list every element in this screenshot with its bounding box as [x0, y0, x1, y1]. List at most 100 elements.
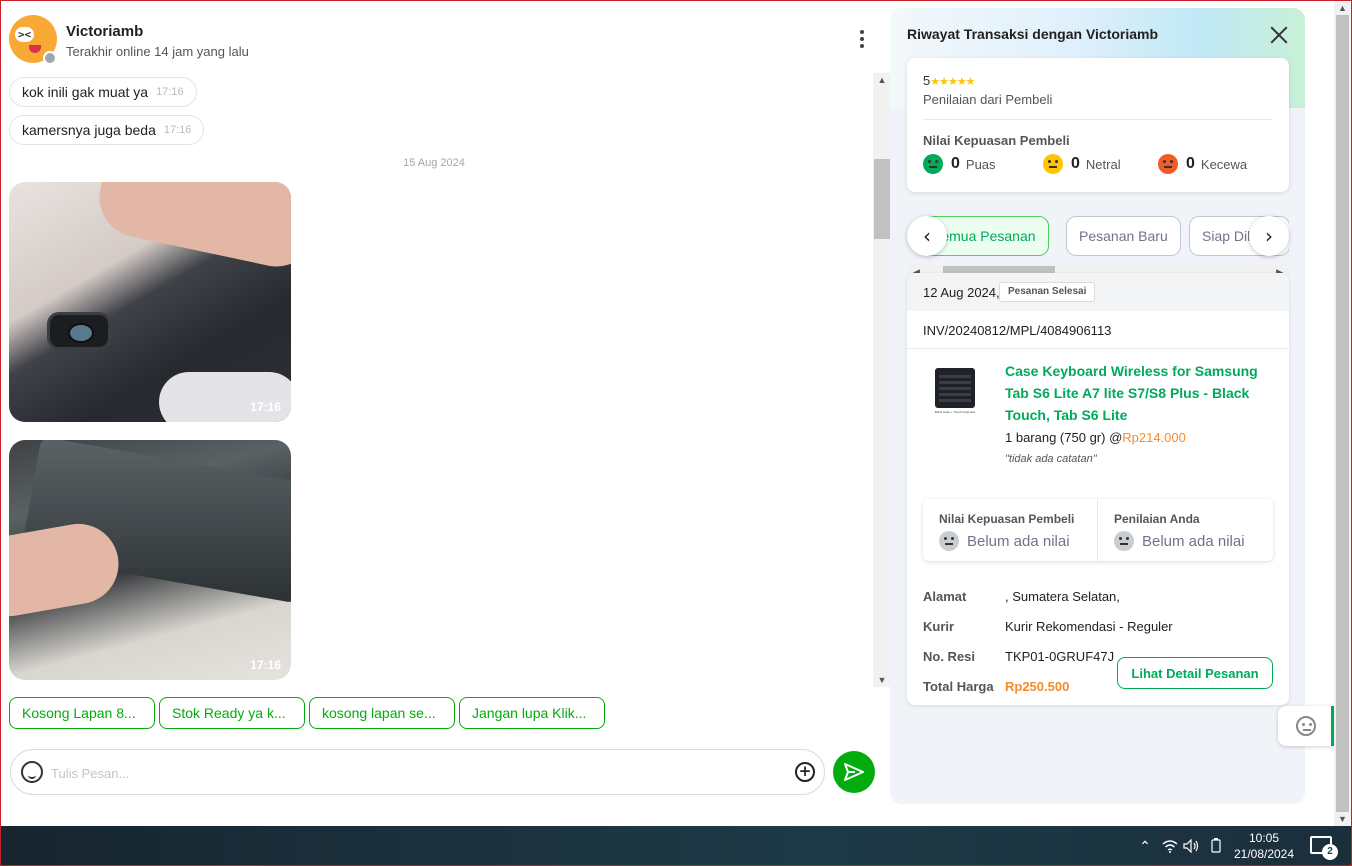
scroll-up-icon[interactable]: ▲ — [1334, 1, 1351, 15]
total-label: Total Harga — [923, 679, 994, 694]
neutral-face-icon — [939, 531, 959, 551]
sticker-icon[interactable] — [21, 761, 43, 783]
attach-plus-icon[interactable]: + — [795, 762, 815, 782]
notification-icon[interactable]: 2 — [1310, 836, 1338, 860]
rating-label: Penilaian dari Pembeli — [923, 92, 1053, 107]
chat-window: >< Victoriamb Terakhir online 14 jam yan… — [1, 1, 891, 804]
courier-label: Kurir — [923, 619, 955, 634]
divider — [907, 348, 1289, 349]
photo-time: 17:16 — [250, 400, 281, 414]
message-scrollbar[interactable]: ▲ ▼ — [873, 73, 891, 687]
quick-reply-chip[interactable]: Kosong Lapan 8... — [9, 697, 155, 729]
your-rating: Penilaian Anda Belum ada nilai — [1098, 499, 1273, 561]
more-options-icon[interactable] — [855, 27, 869, 51]
quantity-text: 1 barang (750 gr) @ — [1005, 430, 1123, 445]
battery-icon — [1211, 838, 1221, 853]
order-filter-tabs: Semua Pesanan Pesanan Baru Siap Dikirim — [907, 216, 1289, 256]
satisfaction-netral: 0 Netral — [1043, 154, 1121, 174]
clock-date: 21/08/2024 — [1233, 847, 1295, 861]
chevron-right-icon[interactable]: › — [1249, 216, 1289, 256]
receipt-label: No. Resi — [923, 649, 976, 664]
order-detail-button[interactable]: Lihat Detail Pesanan — [1117, 657, 1273, 689]
tab-pesanan-baru[interactable]: Pesanan Baru — [1066, 216, 1181, 256]
photo-message[interactable]: 17:16 — [9, 182, 291, 422]
keyboard-case-image — [935, 368, 975, 408]
invoice-number: INV/20240812/MPL/4084906113 — [923, 323, 1112, 338]
scroll-down-icon[interactable]: ▼ — [873, 673, 891, 687]
chevron-up-icon[interactable]: ⌃ — [1136, 826, 1154, 866]
order-date: 12 Aug 2024, — [923, 285, 1000, 300]
receipt-value: TKP01-0GRUF47J — [1005, 649, 1115, 664]
quick-reply-chip[interactable]: Stok Ready ya k... — [159, 697, 305, 729]
buyer-rating-text: Belum ada nilai — [967, 532, 1070, 550]
message-list: kok inili gak muat ya 17:16 kamersnya ju… — [9, 75, 869, 685]
scroll-down-icon[interactable]: ▼ — [1334, 812, 1351, 826]
order-header: 12 Aug 2024, Pesanan Selesai — [907, 273, 1289, 311]
neutral-face-icon — [1043, 154, 1063, 174]
scroll-up-icon[interactable]: ▲ — [873, 73, 891, 87]
status-badge: Pesanan Selesai — [999, 282, 1096, 302]
satisfaction-label: Kecewa — [1200, 156, 1248, 172]
message-time: 17:16 — [163, 124, 192, 136]
satisfaction-label: Netral — [1085, 156, 1121, 172]
page-scrollbar[interactable]: ▲ ▼ — [1334, 1, 1351, 826]
volume-icon[interactable] — [1182, 826, 1202, 866]
satisfaction-puas: 0 Puas — [923, 154, 996, 174]
date-separator: 15 Aug 2024 — [403, 157, 465, 169]
close-icon[interactable] — [1268, 24, 1290, 46]
photo-message[interactable]: 17:16 — [9, 440, 291, 680]
chat-header: >< Victoriamb Terakhir online 14 jam yan… — [9, 15, 879, 65]
order-card: 12 Aug 2024, Pesanan Selesai INV/2024081… — [907, 273, 1289, 705]
star-icons: ★★★★★ — [930, 76, 975, 88]
your-rating-text: Belum ada nilai — [1142, 532, 1245, 550]
quick-reply-chip[interactable]: kosong lapan se... — [309, 697, 455, 729]
happy-face-icon — [923, 154, 943, 174]
divider — [923, 119, 1273, 120]
photo-time: 17:16 — [250, 658, 281, 672]
satisfaction-kecewa: 0 Kecewa — [1158, 154, 1247, 174]
rating-value: 5★★★★★ — [923, 73, 976, 88]
rating-summary-card: 5★★★★★ Penilaian dari Pembeli Nilai Kepu… — [907, 58, 1289, 192]
chat-contact-name[interactable]: Victoriamb — [66, 23, 143, 40]
product-image-caption: Black Case + Touch Keyboard — [934, 410, 976, 414]
buyer-rating-title: Nilai Kepuasan Pembeli — [939, 512, 1075, 526]
satisfaction-count: 0 — [1186, 155, 1195, 172]
send-button[interactable] — [833, 751, 875, 793]
photo-hand — [92, 182, 291, 274]
system-clock[interactable]: 10:05 21/08/2024 — [1226, 830, 1302, 862]
product-name-link[interactable]: Case Keyboard Wireless for Samsung Tab S… — [1005, 360, 1277, 426]
buyer-rating-value: Belum ada nilai — [939, 531, 1070, 551]
message-bubble[interactable]: kok inili gak muat ya 17:16 — [9, 77, 197, 107]
message-composer: + — [10, 749, 825, 795]
send-icon — [844, 763, 864, 781]
product-quantity: 1 barang (750 gr) @Rp214.000 — [1005, 430, 1186, 445]
satisfaction-count: 0 — [951, 155, 960, 172]
product-image[interactable]: Black Case + Touch Keyboard — [931, 368, 979, 416]
message-time: 17:16 — [156, 86, 184, 98]
satisfaction-label: Puas — [965, 156, 996, 172]
review-box: Nilai Kepuasan Pembeli Belum ada nilai P… — [923, 499, 1273, 561]
satisfaction-count: 0 — [1071, 155, 1080, 172]
message-bubble[interactable]: kamersnya juga beda 17:16 — [9, 115, 205, 145]
address-value: , Sumatera Selatan, — [1005, 589, 1120, 604]
message-text: kok inili gak muat ya — [22, 84, 149, 100]
panel-title: Riwayat Transaksi dengan Victoriamb — [907, 26, 1159, 42]
chevron-left-icon[interactable]: ‹ — [907, 216, 947, 256]
feedback-button[interactable] — [1278, 706, 1334, 746]
avatar-mouth — [29, 45, 41, 53]
network-icon[interactable] — [1160, 826, 1180, 866]
taskbar: ⌃ 10:05 21/08/2024 2 — [0, 826, 1352, 866]
speaker-icon — [1183, 839, 1199, 853]
scrollbar-thumb[interactable] — [874, 159, 890, 239]
notification-count: 2 — [1322, 844, 1338, 860]
device-icon[interactable] — [1206, 826, 1226, 866]
chat-last-online: Terakhir online 14 jam yang lalu — [66, 44, 249, 59]
photo-fabric — [159, 372, 291, 422]
message-input[interactable] — [51, 762, 751, 784]
quick-reply-chip[interactable]: Jangan lupa Klik... — [459, 697, 605, 729]
unit-price: Rp214.000 — [1122, 430, 1186, 445]
photo-camera-lens — [47, 312, 111, 350]
avatar-face-icon: >< — [15, 27, 35, 42]
sad-face-icon — [1158, 154, 1178, 174]
scrollbar-thumb[interactable] — [1336, 15, 1349, 812]
